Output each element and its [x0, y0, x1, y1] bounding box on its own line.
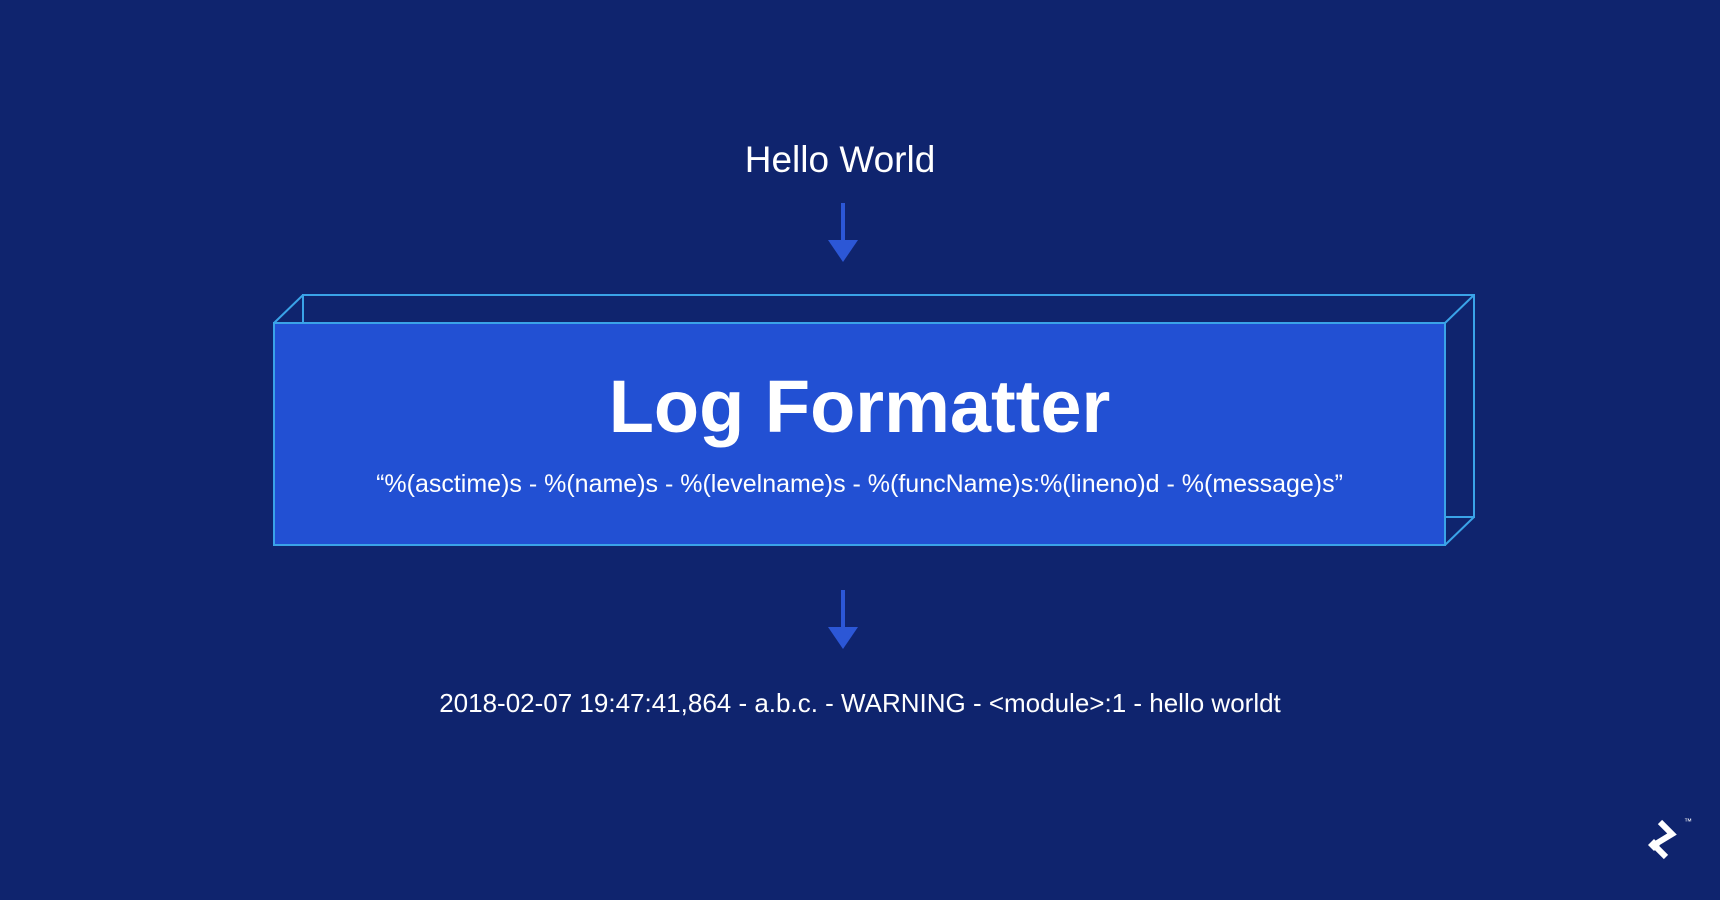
arrow-down-icon: [828, 203, 858, 262]
formatter-title: Log Formatter: [608, 365, 1111, 448]
toptal-logo-icon: ™: [1648, 817, 1692, 860]
trademark-mark: ™: [1684, 817, 1692, 826]
flow-diagram: [273, 203, 1475, 649]
format-string: “%(asctime)s - %(name)s - %(levelname)s …: [376, 470, 1343, 498]
arrow-down-icon: [828, 590, 858, 649]
formatted-log-output: 2018-02-07 19:47:41,864 - a.b.c. - WARNI…: [439, 688, 1281, 718]
